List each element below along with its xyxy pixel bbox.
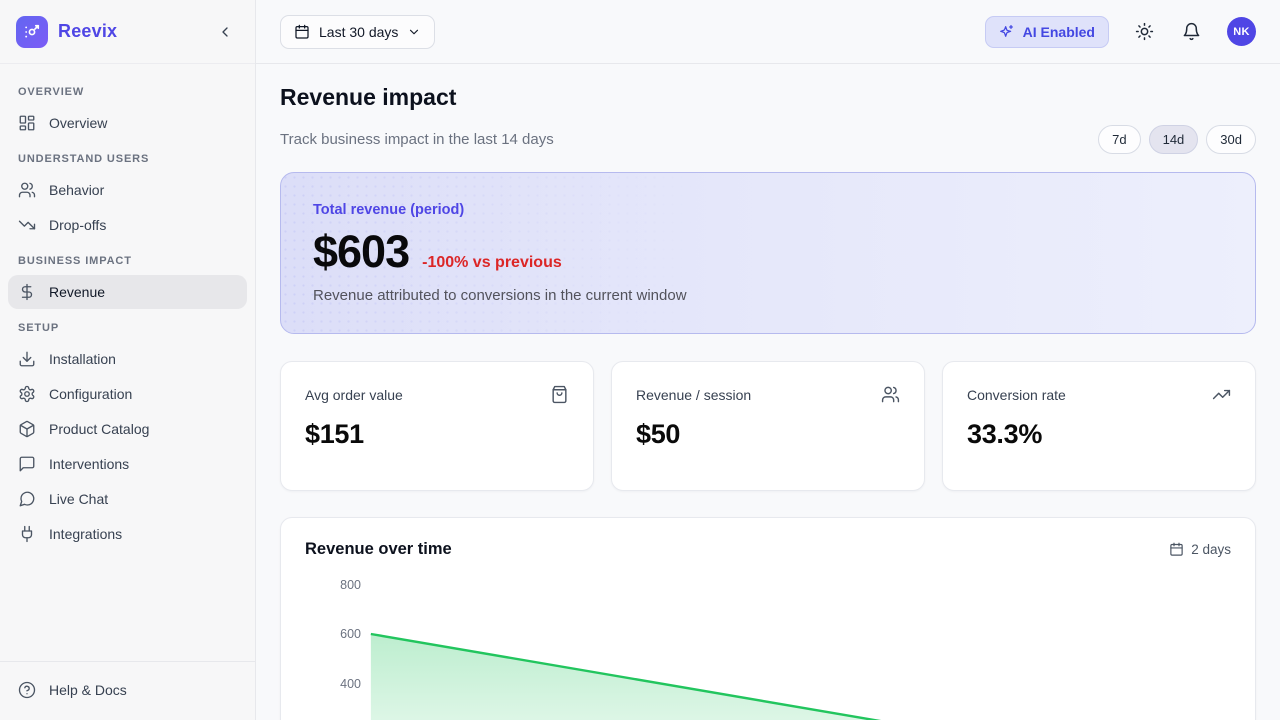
range-pill-30d[interactable]: 30d — [1206, 125, 1256, 154]
sidebar-header: Reevix — [0, 0, 255, 64]
dashboard-grid-icon — [18, 114, 36, 132]
sidebar-collapse-button[interactable] — [213, 20, 237, 44]
sidebar-item-label: Overview — [49, 115, 107, 131]
chevron-down-icon — [407, 25, 421, 39]
page-title: Revenue impact — [280, 84, 1256, 111]
help-circle-icon — [18, 681, 36, 699]
metric-label: Revenue / session — [636, 387, 751, 403]
section-label-understand-users: UNDERSTAND USERS — [8, 141, 247, 172]
gear-icon — [18, 385, 36, 403]
sidebar-nav: OVERVIEW Overview UNDERSTAND USERS Behav… — [0, 64, 255, 661]
trending-up-icon — [1212, 385, 1231, 404]
date-range-label: Last 30 days — [319, 24, 398, 40]
sidebar-footer: Help & Docs — [0, 661, 255, 720]
dollar-sign-icon — [18, 283, 36, 301]
sidebar-item-label: Installation — [49, 351, 116, 367]
sidebar: Reevix OVERVIEW Overview UNDERSTAND USER… — [0, 0, 256, 720]
section-label-setup: SETUP — [8, 310, 247, 341]
ai-enabled-label: AI Enabled — [1023, 24, 1095, 40]
total-revenue-description: Revenue attributed to conversions in the… — [313, 287, 1223, 304]
user-avatar[interactable]: NK — [1227, 17, 1256, 46]
sidebar-item-label: Drop-offs — [49, 217, 106, 233]
metric-value: $50 — [636, 419, 900, 450]
sidebar-item-label: Revenue — [49, 284, 105, 300]
range-pill-14d[interactable]: 14d — [1149, 125, 1199, 154]
section-label-overview: OVERVIEW — [8, 74, 247, 105]
sidebar-item-interventions[interactable]: Interventions — [8, 447, 247, 481]
metric-value: 33.3% — [967, 419, 1231, 450]
notifications-button[interactable] — [1180, 20, 1203, 43]
bell-icon — [1182, 22, 1201, 41]
sparkles-icon — [999, 24, 1015, 40]
page-content: Revenue impact Track business impact in … — [256, 64, 1280, 720]
revenue-area-chart: 800 600 400 — [305, 570, 1231, 720]
range-pills: 7d 14d 30d — [1098, 125, 1256, 154]
users-icon — [881, 385, 900, 404]
sidebar-item-label: Product Catalog — [49, 421, 149, 437]
total-revenue-value: $603 — [313, 226, 409, 278]
sidebar-item-label: Integrations — [49, 526, 122, 542]
metric-cards-row: Avg order value $151 Revenue / session — [280, 361, 1256, 491]
sun-icon — [1135, 22, 1154, 41]
section-label-business-impact: BUSINESS IMPACT — [8, 243, 247, 274]
users-icon — [18, 181, 36, 199]
chart-period: 2 days — [1169, 542, 1231, 557]
chart-period-label: 2 days — [1191, 542, 1231, 557]
metric-card-conversion-rate: Conversion rate 33.3% — [942, 361, 1256, 491]
metric-label: Conversion rate — [967, 387, 1066, 403]
sidebar-item-label: Configuration — [49, 386, 132, 402]
sidebar-item-revenue[interactable]: Revenue — [8, 275, 247, 309]
message-square-icon — [18, 455, 36, 473]
chevron-left-icon — [217, 24, 233, 40]
ai-enabled-badge[interactable]: AI Enabled — [985, 16, 1109, 48]
calendar-icon — [294, 24, 310, 40]
metric-head: Avg order value — [305, 385, 569, 404]
theme-toggle-button[interactable] — [1133, 20, 1156, 43]
chat-circle-icon — [18, 490, 36, 508]
metric-card-avg-order-value: Avg order value $151 — [280, 361, 594, 491]
sidebar-item-configuration[interactable]: Configuration — [8, 377, 247, 411]
sidebar-item-product-catalog[interactable]: Product Catalog — [8, 412, 247, 446]
total-revenue-label: Total revenue (period) — [313, 202, 1223, 218]
shopping-bag-icon — [550, 385, 569, 404]
revenue-over-time-card: Revenue over time 2 days 800 600 400 — [280, 517, 1256, 720]
subhead-row: Track business impact in the last 14 day… — [280, 125, 1256, 154]
date-range-button[interactable]: Last 30 days — [280, 15, 435, 49]
brand-name: Reevix — [58, 21, 203, 42]
sidebar-item-drop-offs[interactable]: Drop-offs — [8, 208, 247, 242]
calendar-icon — [1169, 542, 1184, 557]
app-root: Reevix OVERVIEW Overview UNDERSTAND USER… — [0, 0, 1280, 720]
package-icon — [18, 420, 36, 438]
area-chart-svg — [305, 570, 1231, 720]
metric-label: Avg order value — [305, 387, 403, 403]
sidebar-item-label: Behavior — [49, 182, 104, 198]
trending-down-icon — [18, 216, 36, 234]
plug-icon — [18, 525, 36, 543]
sidebar-item-installation[interactable]: Installation — [8, 342, 247, 376]
sidebar-item-help-docs[interactable]: Help & Docs — [8, 673, 247, 707]
chart-title: Revenue over time — [305, 540, 452, 559]
metric-head: Revenue / session — [636, 385, 900, 404]
topbar-right: AI Enabled NK — [985, 16, 1256, 48]
metric-card-revenue-per-session: Revenue / session $50 — [611, 361, 925, 491]
metric-head: Conversion rate — [967, 385, 1231, 404]
sidebar-item-label: Live Chat — [49, 491, 108, 507]
range-pill-7d[interactable]: 7d — [1098, 125, 1140, 154]
main-area: Last 30 days AI Enabled — [256, 0, 1280, 720]
sidebar-item-label: Interventions — [49, 456, 129, 472]
metric-value: $151 — [305, 419, 569, 450]
topbar: Last 30 days AI Enabled — [256, 0, 1280, 64]
sidebar-item-live-chat[interactable]: Live Chat — [8, 482, 247, 516]
chart-header: Revenue over time 2 days — [305, 540, 1231, 559]
sidebar-item-behavior[interactable]: Behavior — [8, 173, 247, 207]
total-revenue-card: Total revenue (period) $603 -100% vs pre… — [280, 172, 1256, 334]
sidebar-item-integrations[interactable]: Integrations — [8, 517, 247, 551]
download-icon — [18, 350, 36, 368]
sidebar-item-overview[interactable]: Overview — [8, 106, 247, 140]
total-revenue-delta: -100% vs previous — [422, 254, 562, 272]
reevix-logo-icon — [16, 16, 48, 48]
sidebar-item-label: Help & Docs — [49, 682, 127, 698]
page-subtitle: Track business impact in the last 14 day… — [280, 131, 554, 148]
total-revenue-value-row: $603 -100% vs previous — [313, 226, 1223, 278]
